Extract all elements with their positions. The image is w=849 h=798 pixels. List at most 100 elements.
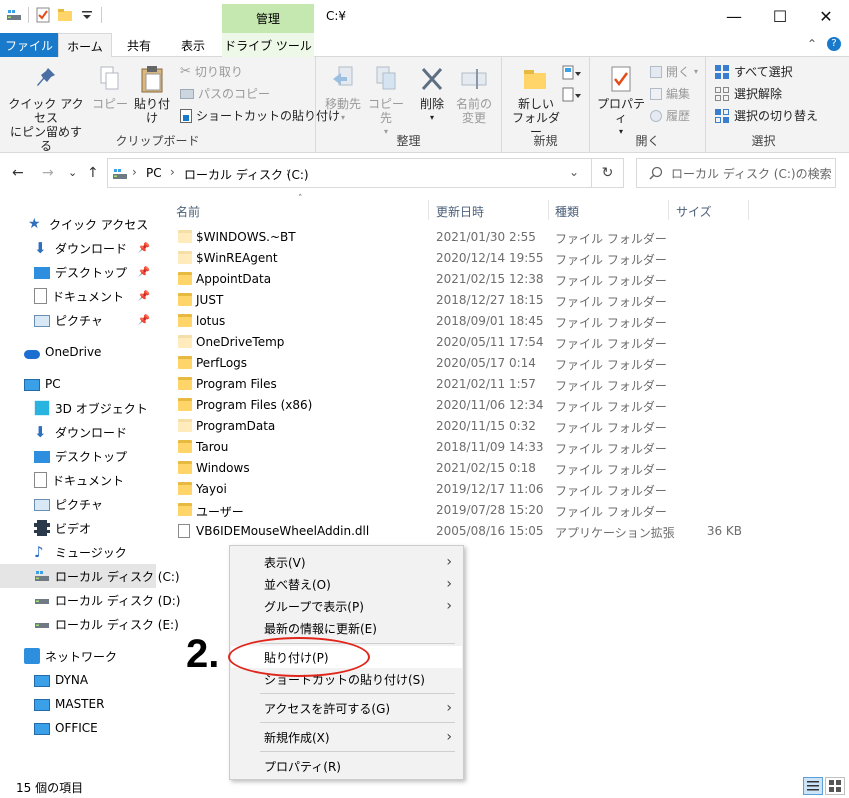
tab-share[interactable]: 共有 (116, 33, 162, 57)
column-divider[interactable] (428, 200, 429, 220)
paste-button[interactable]: 貼り付け (130, 65, 174, 125)
file-row[interactable]: JUST 2018/12/27 18:15 ファイル フォルダー (168, 290, 758, 311)
file-row[interactable]: lotus 2018/09/01 18:45 ファイル フォルダー (168, 311, 758, 332)
back-button[interactable]: ← (12, 165, 24, 181)
file-row[interactable]: OneDriveTemp 2020/05/11 17:54 ファイル フォルダー (168, 332, 758, 353)
new-folder-icon[interactable] (57, 7, 73, 23)
file-row[interactable]: Program Files (x86) 2020/11/06 12:34 ファイル … (168, 395, 758, 416)
open-button[interactable]: 開く ▾ (650, 63, 698, 80)
nav-pictures[interactable]: ピクチャ (0, 492, 156, 516)
nav-qa-downloads[interactable]: ⬇ ダウンロード 📌 (0, 236, 156, 260)
nav-music[interactable]: ♪ ミュージック (0, 540, 156, 564)
column-modified[interactable]: 更新日時 (436, 203, 484, 220)
help-icon[interactable]: ? (827, 37, 841, 51)
column-divider[interactable] (748, 200, 749, 220)
nav-desktop[interactable]: デスクトップ (0, 444, 156, 468)
nav-network-master[interactable]: MASTER (0, 692, 156, 716)
menu-item-properties[interactable]: プロパティ(R) (231, 755, 462, 777)
nav-qa-pictures[interactable]: ピクチャ 📌 (0, 308, 156, 332)
file-row[interactable]: Windows 2021/02/15 0:18 ファイル フォルダー (168, 458, 758, 479)
maximize-button[interactable]: ☐ (757, 0, 803, 32)
cut-button[interactable]: ✂ 切り取り (180, 63, 243, 80)
breadcrumb-separator[interactable]: › (170, 165, 175, 179)
nav-qa-desktop[interactable]: デスクトップ 📌 (0, 260, 156, 284)
file-row[interactable]: AppointData 2021/02/15 12:38 ファイル フォルダー (168, 269, 758, 290)
menu-item-new[interactable]: 新規作成(X) › (231, 726, 462, 748)
menu-item-group-by[interactable]: グループで表示(P) › (231, 595, 462, 617)
address-bar[interactable]: › PC › ローカル ディスク (C:) › ⌄ (107, 158, 592, 188)
copy-path-button[interactable]: パスのコピー (180, 85, 270, 102)
search-input[interactable]: ローカル ディスク (C:)の検索 (636, 158, 836, 188)
edit-button[interactable]: 編集 (650, 85, 690, 102)
history-button[interactable]: 履歴 (650, 107, 690, 124)
breadcrumb-pc[interactable]: PC (146, 166, 162, 180)
minimize-button[interactable]: — (711, 0, 757, 32)
delete-button[interactable]: 削除 ▾ (414, 65, 450, 125)
forward-button[interactable]: → (42, 165, 54, 181)
file-row[interactable]: Yayoi 2019/12/17 11:06 ファイル フォルダー (168, 479, 758, 500)
breadcrumb-separator[interactable]: › (286, 165, 291, 179)
easy-access-icon[interactable] (562, 87, 582, 103)
tab-home[interactable]: ホーム (58, 33, 112, 58)
move-to-icon (333, 66, 353, 86)
menu-item-grant-access[interactable]: アクセスを許可する(G) › (231, 697, 462, 719)
close-button[interactable]: ✕ (803, 0, 849, 32)
copy-to-button[interactable]: コピー先 ▾ (364, 65, 408, 139)
nav-local-disk-e[interactable]: ローカル ディスク (E:) (0, 612, 179, 636)
tab-drive-tools[interactable]: ドライブ ツール (222, 33, 314, 57)
column-type[interactable]: 種類 (555, 203, 579, 220)
collapse-ribbon-icon[interactable]: ⌃ (807, 37, 817, 51)
file-row[interactable]: $WinREAgent 2020/12/14 19:55 ファイル フォルダー (168, 248, 758, 269)
customize-qat-icon[interactable] (79, 7, 95, 23)
nav-network-office[interactable]: OFFICE (0, 716, 156, 740)
folder-icon (178, 272, 192, 285)
details-view-button[interactable] (803, 777, 823, 795)
column-size[interactable]: サイズ (676, 203, 712, 220)
file-row[interactable]: $WINDOWS.~BT 2021/01/30 2:55 ファイル フォルダー (168, 227, 758, 248)
refresh-button[interactable]: ↻ (592, 158, 624, 188)
nav-onedrive[interactable]: OneDrive (0, 340, 156, 364)
file-row[interactable]: ユーザー 2019/07/28 15:20 ファイル フォルダー (168, 500, 758, 521)
drive-icon[interactable] (6, 7, 22, 23)
column-divider[interactable] (668, 200, 669, 220)
menu-item-refresh[interactable]: 最新の情報に更新(E) (231, 617, 462, 639)
nav-network[interactable]: ネットワーク (0, 644, 156, 668)
copy-button[interactable]: コピー (90, 65, 130, 111)
file-row[interactable]: Tarou 2018/11/09 14:33 ファイル フォルダー (168, 437, 758, 458)
recent-locations-button[interactable]: ⌄ (68, 166, 77, 179)
nav-quick-access[interactable]: ★ クイック アクセス (0, 212, 156, 236)
column-name[interactable]: 名前 (176, 203, 200, 220)
nav-downloads[interactable]: ⬇ ダウンロード (0, 420, 156, 444)
tab-file[interactable]: ファイル (0, 33, 58, 57)
large-icons-view-button[interactable] (825, 777, 845, 795)
nav-pc[interactable]: PC (0, 372, 156, 396)
file-row[interactable]: Program Files 2021/02/11 1:57 ファイル フォルダー (168, 374, 758, 395)
properties-button[interactable]: プロパティ ▾ (596, 65, 646, 139)
file-row[interactable]: VB6IDEMouseWheelAddin.dll 2005/08/16 15:0… (168, 521, 758, 542)
menu-item-sort[interactable]: 並べ替え(O) › (231, 573, 462, 595)
rename-button[interactable]: 名前の 変更 (452, 65, 496, 125)
nav-local-disk-c[interactable]: ローカル ディスク (C:) (0, 564, 180, 588)
address-history-dropdown[interactable]: ⌄ (569, 165, 579, 179)
new-folder-button[interactable]: 新しい フォルダー (508, 65, 564, 139)
nav-3d-objects[interactable]: 3D オブジェクト (0, 396, 156, 420)
up-button[interactable]: ↑ (87, 165, 99, 181)
select-none-button[interactable]: 選択解除 (714, 85, 782, 102)
menu-item-view[interactable]: 表示(V) › (231, 551, 462, 573)
nav-documents[interactable]: ドキュメント (0, 468, 156, 492)
file-row[interactable]: ProgramData 2020/11/15 0:32 ファイル フォルダー (168, 416, 758, 437)
nav-qa-documents[interactable]: ドキュメント 📌 (0, 284, 156, 308)
column-divider[interactable] (548, 200, 549, 220)
properties-icon[interactable] (35, 7, 51, 23)
new-item-icon[interactable] (562, 65, 582, 81)
invert-selection-button[interactable]: 選択の切り替え (714, 107, 818, 124)
select-all-button[interactable]: すべて選択 (714, 63, 793, 80)
nav-network-dyna[interactable]: DYNA (0, 668, 156, 692)
tab-view[interactable]: 表示 (170, 33, 216, 57)
move-to-button[interactable]: 移動先 ▾ (322, 65, 364, 125)
breadcrumb-separator[interactable]: › (132, 165, 137, 179)
nav-videos[interactable]: ビデオ (0, 516, 156, 540)
file-row[interactable]: PerfLogs 2020/05/17 0:14 ファイル フォルダー (168, 353, 758, 374)
nav-local-disk-d[interactable]: ローカル ディスク (D:) (0, 588, 180, 612)
download-arrow-icon: ⬇ (34, 423, 47, 441)
